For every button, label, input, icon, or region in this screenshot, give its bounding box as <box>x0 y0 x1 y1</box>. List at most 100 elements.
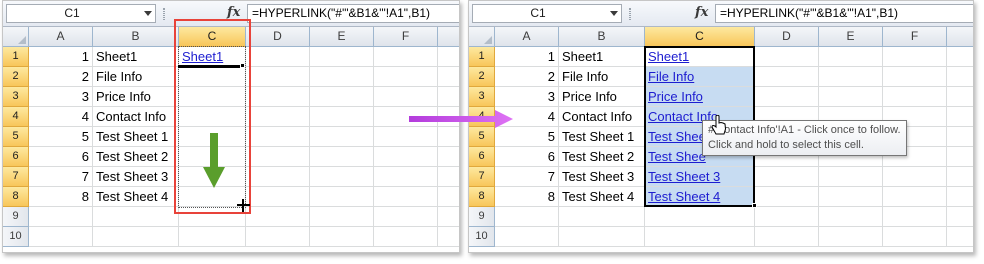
cell-a1[interactable]: 1 <box>495 47 559 67</box>
cell-a4[interactable]: 4 <box>29 107 93 127</box>
cell-b1[interactable]: Sheet1 <box>93 47 179 67</box>
row-header-6[interactable]: 6 <box>3 147 29 167</box>
cell[interactable] <box>374 167 438 187</box>
row-header-3[interactable]: 3 <box>3 87 29 107</box>
name-box[interactable]: C1 <box>472 4 622 23</box>
cell[interactable] <box>559 207 645 227</box>
hyperlink-c8[interactable]: Test Sheet 4 <box>645 187 755 207</box>
cell[interactable] <box>883 47 947 67</box>
cell[interactable] <box>310 67 374 87</box>
formula-input[interactable]: =HYPERLINK("#'"&B1&"'!A1",B1) <box>715 4 973 23</box>
cell-a1[interactable]: 1 <box>29 47 93 67</box>
cell-b5[interactable]: Test Sheet 1 <box>559 127 645 147</box>
cell-a4[interactable]: 4 <box>495 107 559 127</box>
column-header-f[interactable]: F <box>883 27 947 47</box>
cell[interactable] <box>438 167 459 187</box>
row-header-2[interactable]: 2 <box>469 67 495 87</box>
cell[interactable] <box>438 127 459 147</box>
worksheet-grid[interactable]: A B C D E F 1 1 Sheet1 Sheet1 2 2 File Info File Info… <box>469 27 973 252</box>
cell[interactable] <box>438 227 459 247</box>
hyperlink-c1[interactable]: Sheet1 <box>179 47 246 67</box>
cell-b5[interactable]: Test Sheet 1 <box>93 127 179 147</box>
cell-b6[interactable]: Test Sheet 2 <box>93 147 179 167</box>
fill-handle[interactable] <box>240 63 245 68</box>
cell[interactable] <box>310 227 374 247</box>
row-header-2[interactable]: 2 <box>3 67 29 87</box>
cell[interactable] <box>438 187 459 207</box>
cell[interactable] <box>310 207 374 227</box>
cell-a6[interactable]: 6 <box>495 147 559 167</box>
cell[interactable] <box>947 47 973 67</box>
cell[interactable] <box>179 87 246 107</box>
cell[interactable] <box>755 67 819 87</box>
row-header-4[interactable]: 4 <box>3 107 29 127</box>
cell[interactable] <box>29 207 93 227</box>
column-header-f[interactable]: F <box>374 27 438 47</box>
cell[interactable] <box>179 167 246 187</box>
cell[interactable] <box>438 207 459 227</box>
cell[interactable] <box>645 227 755 247</box>
hyperlink-c1[interactable]: Sheet1 <box>645 47 755 67</box>
column-header-d[interactable]: D <box>755 27 819 47</box>
cell[interactable] <box>883 187 947 207</box>
cell[interactable] <box>755 87 819 107</box>
cell[interactable] <box>819 47 883 67</box>
cell[interactable] <box>310 167 374 187</box>
row-header-4[interactable]: 4 <box>469 107 495 127</box>
row-header-8[interactable]: 8 <box>3 187 29 207</box>
fx-icon[interactable]: fx <box>695 5 708 20</box>
row-header-9[interactable]: 9 <box>469 207 495 227</box>
row-header-8[interactable]: 8 <box>469 187 495 207</box>
cell[interactable] <box>495 207 559 227</box>
cell[interactable] <box>246 67 310 87</box>
cell[interactable] <box>819 207 883 227</box>
cell[interactable] <box>819 227 883 247</box>
cell[interactable] <box>438 107 459 127</box>
hyperlink-c3[interactable]: Price Info <box>645 87 755 107</box>
cell-b7[interactable]: Test Sheet 3 <box>559 167 645 187</box>
column-header-b[interactable]: B <box>93 27 179 47</box>
cell[interactable] <box>374 227 438 247</box>
cell[interactable] <box>246 187 310 207</box>
cell[interactable] <box>246 227 310 247</box>
fx-icon[interactable]: fx <box>227 5 240 20</box>
cell[interactable] <box>246 147 310 167</box>
cell[interactable] <box>179 127 246 147</box>
cell-b3[interactable]: Price Info <box>93 87 179 107</box>
cell[interactable] <box>438 147 459 167</box>
row-header-7[interactable]: 7 <box>3 167 29 187</box>
cell[interactable] <box>947 87 973 107</box>
cell[interactable] <box>819 67 883 87</box>
dropdown-arrow-icon[interactable] <box>144 11 152 16</box>
cell[interactable] <box>947 107 973 127</box>
cell[interactable] <box>310 187 374 207</box>
cell[interactable] <box>374 107 438 127</box>
row-header-6[interactable]: 6 <box>469 147 495 167</box>
row-header-1[interactable]: 1 <box>3 47 29 67</box>
cell[interactable] <box>93 227 179 247</box>
cell-a7[interactable]: 7 <box>29 167 93 187</box>
cell[interactable] <box>438 87 459 107</box>
cell-b4[interactable]: Contact Info <box>559 107 645 127</box>
cell-a5[interactable]: 5 <box>29 127 93 147</box>
row-header-5[interactable]: 5 <box>469 127 495 147</box>
row-header-1[interactable]: 1 <box>469 47 495 67</box>
cell[interactable] <box>246 207 310 227</box>
cell[interactable] <box>179 107 246 127</box>
worksheet-grid[interactable]: A B C D E F 1 1 Sheet1 Sheet1 2 2 File Info 3 3 Price I… <box>3 19 459 252</box>
select-all-corner[interactable] <box>469 27 495 47</box>
dropdown-arrow-icon[interactable] <box>610 11 618 16</box>
column-header-b[interactable]: B <box>559 27 645 47</box>
cell-b8[interactable]: Test Sheet 4 <box>559 187 645 207</box>
cell-a8[interactable]: 8 <box>495 187 559 207</box>
cell[interactable] <box>883 67 947 87</box>
cell-b6[interactable]: Test Sheet 2 <box>559 147 645 167</box>
row-header-5[interactable]: 5 <box>3 127 29 147</box>
cell[interactable] <box>883 167 947 187</box>
column-header-e[interactable]: E <box>310 27 374 47</box>
column-header-d[interactable]: D <box>246 27 310 47</box>
cell[interactable] <box>29 227 93 247</box>
cell[interactable] <box>246 127 310 147</box>
cell[interactable] <box>495 227 559 247</box>
cell-b3[interactable]: Price Info <box>559 87 645 107</box>
